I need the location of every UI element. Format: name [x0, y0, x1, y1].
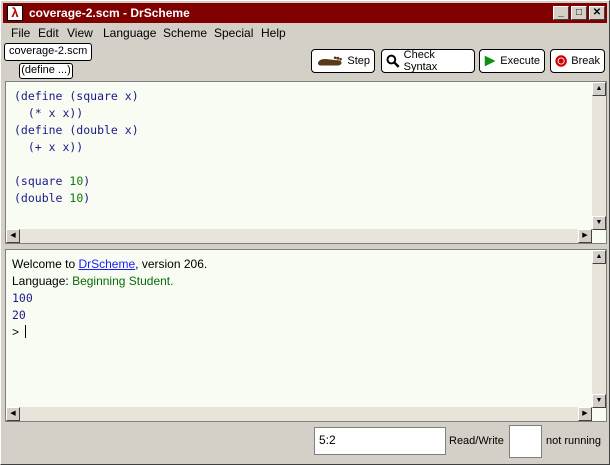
menu-file[interactable]: File	[11, 26, 30, 40]
read-write-status: Read/Write	[449, 435, 504, 447]
menu-help[interactable]: Help	[261, 26, 286, 40]
magnifier-icon	[386, 54, 400, 68]
minimize-button[interactable]: _	[553, 6, 569, 20]
define-menu-button[interactable]: (define ...)	[19, 63, 73, 79]
window-title: coverage-2.scm - DrScheme	[29, 6, 190, 20]
file-tab[interactable]: coverage-2.scm	[4, 43, 93, 61]
scroll-down-arrow-icon[interactable]: ▼	[592, 394, 606, 408]
execute-button[interactable]: Execute	[479, 49, 545, 73]
scroll-right-arrow-icon[interactable]: ▶	[578, 407, 592, 421]
editor-horizontal-scrollbar[interactable]: ◀ ▶	[6, 229, 592, 243]
interactions-pane[interactable]: Welcome to DrScheme, version 206. Langua…	[5, 249, 607, 422]
scroll-right-arrow-icon[interactable]: ▶	[578, 229, 592, 243]
play-icon	[484, 55, 496, 67]
menu-language[interactable]: Language	[103, 26, 156, 40]
break-label: Break	[571, 55, 600, 67]
language-value: Beginning Student.	[72, 274, 174, 288]
repl-prompt: >	[12, 325, 20, 339]
execute-label: Execute	[500, 55, 540, 67]
code-line: (* x x))	[14, 106, 84, 120]
language-label: Language:	[12, 274, 73, 288]
break-button[interactable]: Break	[550, 49, 605, 73]
step-button[interactable]: Step	[311, 49, 375, 73]
repl-result: 20	[12, 308, 26, 322]
editor-vertical-scrollbar[interactable]: ▲ ▼	[592, 82, 606, 230]
code-line: (define (double x)	[14, 123, 139, 137]
welcome-line: Welcome to DrScheme, version 206.	[12, 256, 207, 273]
scroll-up-arrow-icon[interactable]: ▲	[592, 82, 606, 96]
scroll-down-arrow-icon[interactable]: ▼	[592, 216, 606, 230]
code-line: (double 10)	[14, 191, 91, 205]
lambda-icon: λ	[7, 5, 23, 21]
check-syntax-button[interactable]: Check Syntax	[381, 49, 475, 73]
close-button[interactable]: ✕	[589, 6, 605, 20]
stop-icon	[555, 55, 567, 67]
repl-vertical-scrollbar[interactable]: ▲ ▼	[592, 250, 606, 408]
repl-horizontal-scrollbar[interactable]: ◀ ▶	[6, 407, 592, 421]
code-line: (+ x x))	[14, 140, 84, 154]
drscheme-link[interactable]: DrScheme	[78, 257, 135, 271]
drscheme-window: λ coverage-2.scm - DrScheme _ □ ✕ File E…	[0, 0, 610, 465]
scroll-up-arrow-icon[interactable]: ▲	[592, 250, 606, 264]
title-bar[interactable]: λ coverage-2.scm - DrScheme _ □ ✕	[3, 3, 607, 23]
definitions-editor[interactable]: (define (square x) (* x x)) (define (dou…	[5, 81, 607, 244]
foot-icon	[317, 56, 342, 66]
cursor-position: 5:2	[314, 427, 446, 455]
code-line: (square 10)	[14, 174, 91, 188]
welcome-prefix: Welcome to	[12, 257, 79, 271]
menu-edit[interactable]: Edit	[38, 26, 59, 40]
language-line: Language: Beginning Student.	[12, 273, 207, 290]
menu-view[interactable]: View	[67, 26, 93, 40]
welcome-suffix: , version 206.	[135, 257, 208, 271]
menu-scheme[interactable]: Scheme	[163, 26, 207, 40]
text-cursor	[25, 325, 27, 338]
repl-result: 100	[12, 291, 33, 305]
menu-bar: File Edit View Language Scheme Special H…	[3, 24, 607, 42]
code-area[interactable]: (define (square x) (* x x)) (define (dou…	[14, 88, 139, 207]
scroll-left-arrow-icon[interactable]: ◀	[6, 407, 20, 421]
menu-special[interactable]: Special	[214, 26, 253, 40]
step-label: Step	[347, 55, 370, 67]
repl-output[interactable]: Welcome to DrScheme, version 206. Langua…	[12, 256, 207, 341]
running-status: not running	[546, 435, 602, 447]
scroll-left-arrow-icon[interactable]: ◀	[6, 229, 20, 243]
gc-indicator	[509, 425, 542, 458]
check-syntax-label: Check Syntax	[403, 49, 438, 73]
code-line: (define (square x)	[14, 89, 139, 103]
maximize-button[interactable]: □	[571, 6, 587, 20]
repl-prompt-line[interactable]: >	[12, 324, 207, 341]
